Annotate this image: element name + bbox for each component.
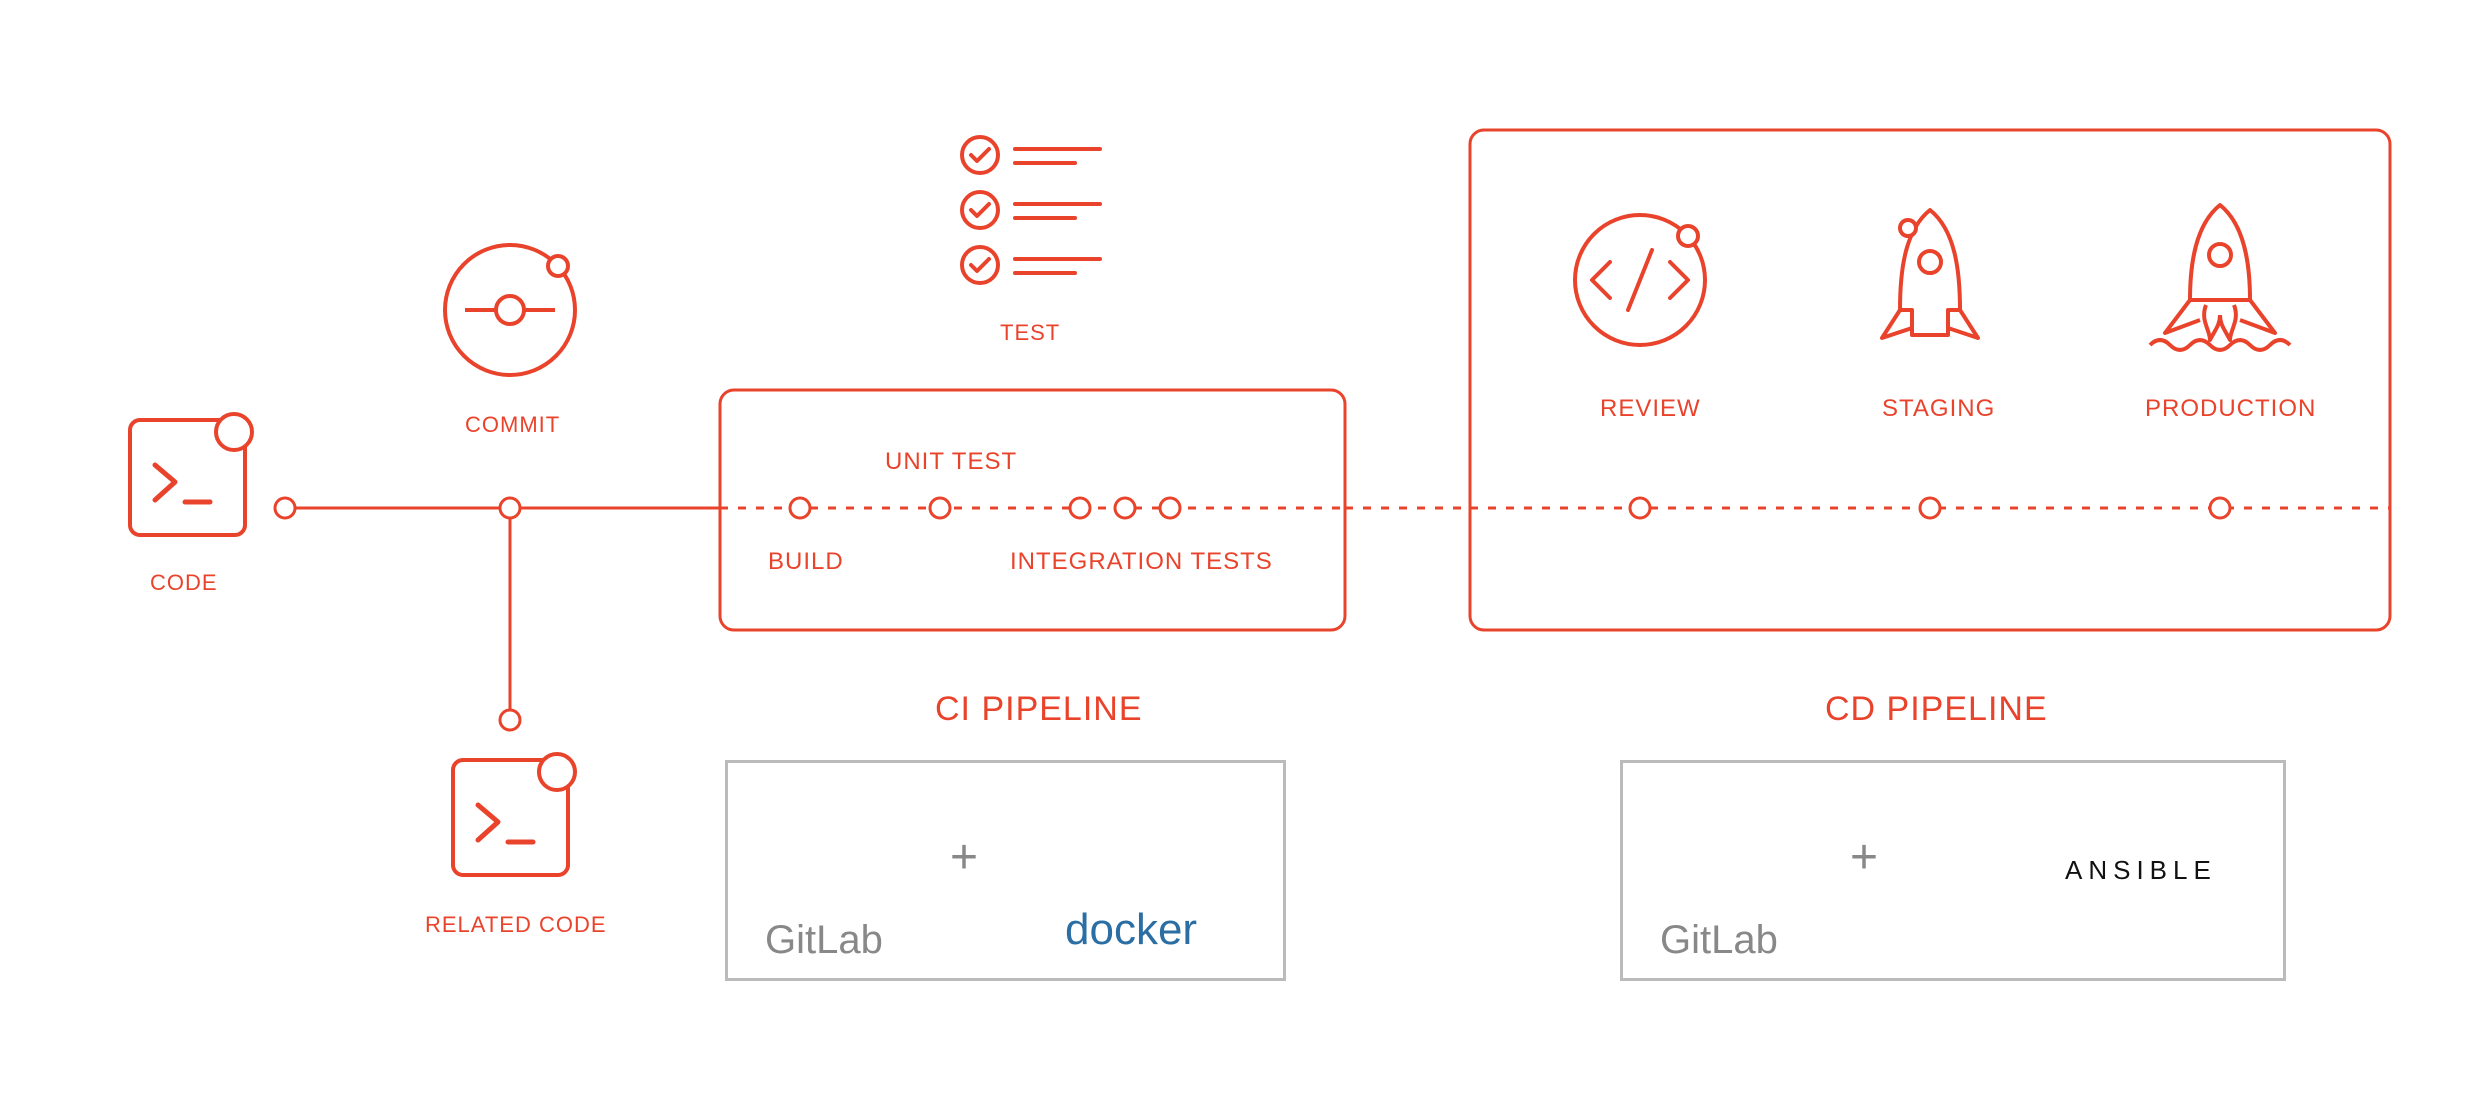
test-label: TEST xyxy=(1000,320,1060,346)
ci-pipeline-title: CI PIPELINE xyxy=(935,690,1143,729)
review-icon xyxy=(1575,215,1705,345)
ansible-label: ANSIBLE xyxy=(2065,855,2217,886)
gitlab-cd-label: GitLab xyxy=(1660,918,1778,963)
docker-label: docker xyxy=(1065,905,1197,955)
integration-tests-label: INTEGRATION TESTS xyxy=(1010,548,1273,576)
test-icon xyxy=(962,137,1100,283)
build-label: BUILD xyxy=(768,548,844,576)
diagram-canvas: CODE COMMIT RELATED CODE TEST BUILD UNIT… xyxy=(0,0,2468,1100)
code-label: CODE xyxy=(150,570,218,596)
production-label: PRODUCTION xyxy=(2145,395,2316,423)
related-code-label: RELATED CODE xyxy=(425,912,607,938)
unit-test-label: UNIT TEST xyxy=(885,448,1017,476)
staging-icon xyxy=(1882,210,1978,338)
commit-label: COMMIT xyxy=(465,412,560,438)
staging-label: STAGING xyxy=(1882,395,1995,423)
ci-plus: + xyxy=(950,830,978,885)
related-code-icon xyxy=(453,754,575,875)
cd-pipeline-title: CD PIPELINE xyxy=(1825,690,2048,729)
review-label: REVIEW xyxy=(1600,395,1701,423)
code-icon xyxy=(130,414,252,535)
cd-plus: + xyxy=(1850,830,1878,885)
commit-icon xyxy=(445,245,575,375)
production-icon xyxy=(2150,205,2290,350)
gitlab-ci-label: GitLab xyxy=(765,918,883,963)
